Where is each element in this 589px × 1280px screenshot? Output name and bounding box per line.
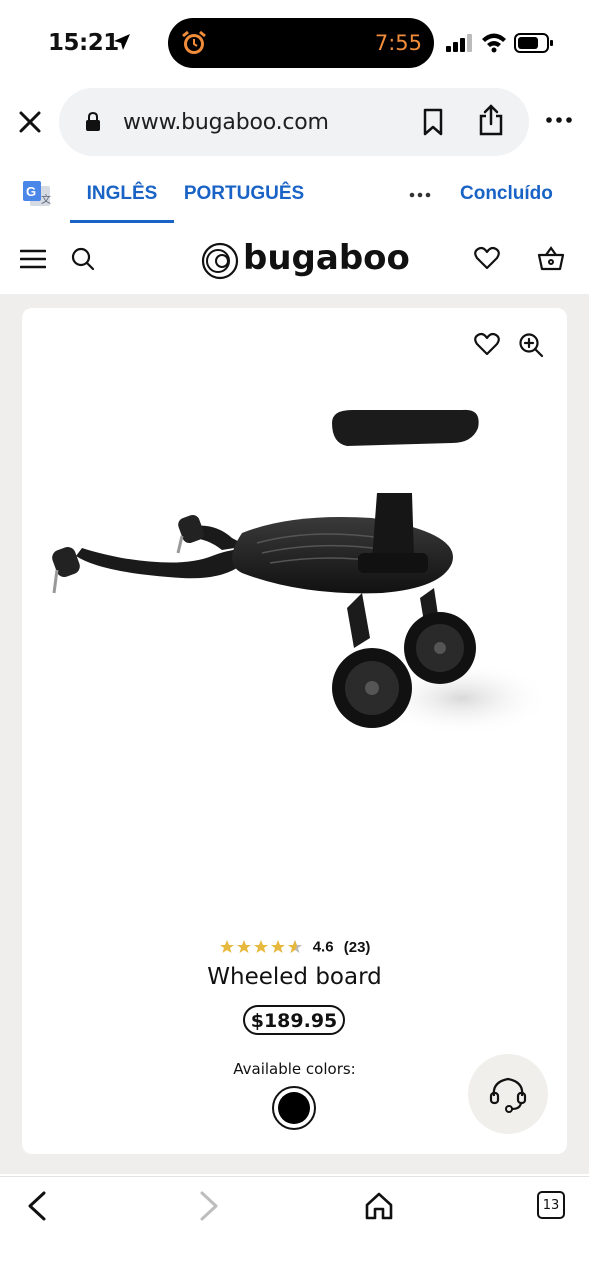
dynamic-island: 7:55 [168, 18, 434, 68]
status-time: 15:21 [48, 30, 119, 56]
zoom-in-icon[interactable] [518, 332, 544, 358]
star-rating-icon [219, 940, 302, 954]
browser-toolbar: 13 [0, 1176, 589, 1280]
color-swatch-fill [278, 1092, 310, 1124]
address-bar[interactable]: www.bugaboo.com [59, 88, 529, 156]
wishlist-heart-icon[interactable] [474, 332, 500, 356]
support-chat-button[interactable] [468, 1054, 548, 1134]
browser-url-row: www.bugaboo.com [0, 86, 589, 160]
headset-icon [489, 1077, 527, 1113]
logo-mark-icon [201, 242, 239, 280]
color-swatch-black[interactable] [272, 1086, 316, 1130]
basket-icon[interactable] [537, 244, 565, 272]
island-time: 7:55 [374, 31, 422, 55]
svg-text:文: 文 [41, 193, 51, 206]
url-text: www.bugaboo.com [123, 110, 329, 135]
status-bar: 15:21 7:55 [0, 0, 589, 86]
brand-logo[interactable]: bugaboo [198, 236, 410, 286]
rating-count: (23) [343, 938, 371, 956]
heart-icon[interactable] [474, 246, 500, 270]
tab-target-language[interactable]: PORTUGUÊS [180, 168, 308, 222]
more-icon[interactable] [405, 180, 435, 210]
back-icon[interactable] [24, 1191, 52, 1221]
google-translate-icon: G 文 [23, 181, 51, 206]
location-arrow-icon [114, 34, 130, 50]
more-icon[interactable] [545, 110, 575, 130]
translate-done-button[interactable]: Concluído [460, 183, 553, 205]
lock-icon [86, 112, 100, 131]
bookmark-icon[interactable] [421, 108, 445, 136]
product-image [52, 409, 542, 736]
active-tab-indicator [70, 220, 174, 223]
alarm-icon [182, 30, 206, 54]
signal-icon [446, 34, 472, 52]
product-card[interactable]: 4.6 (23) Wheeled board $189.95 Available… [22, 308, 567, 1154]
product-name[interactable]: Wheeled board [22, 964, 567, 990]
svg-text:G: G [26, 184, 36, 199]
share-icon[interactable] [478, 104, 504, 136]
site-header: bugaboo [0, 228, 589, 294]
close-icon[interactable] [16, 108, 44, 136]
translate-bar: G 文 INGLÊS PORTUGUÊS Concluído [0, 168, 589, 228]
tab-source-language[interactable]: INGLÊS [70, 168, 174, 222]
home-icon[interactable] [364, 1191, 394, 1221]
wifi-icon [482, 33, 506, 53]
rating-value: 4.6 [312, 938, 334, 956]
forward-icon[interactable] [194, 1191, 222, 1221]
rating-row[interactable]: 4.6 (23) [22, 938, 567, 956]
logo-text: bugaboo [243, 238, 410, 278]
tabs-count-button[interactable]: 13 [537, 1191, 565, 1219]
search-icon[interactable] [70, 246, 96, 272]
product-price: $189.95 [243, 1005, 345, 1035]
menu-icon[interactable] [20, 248, 46, 270]
battery-icon [514, 33, 553, 53]
